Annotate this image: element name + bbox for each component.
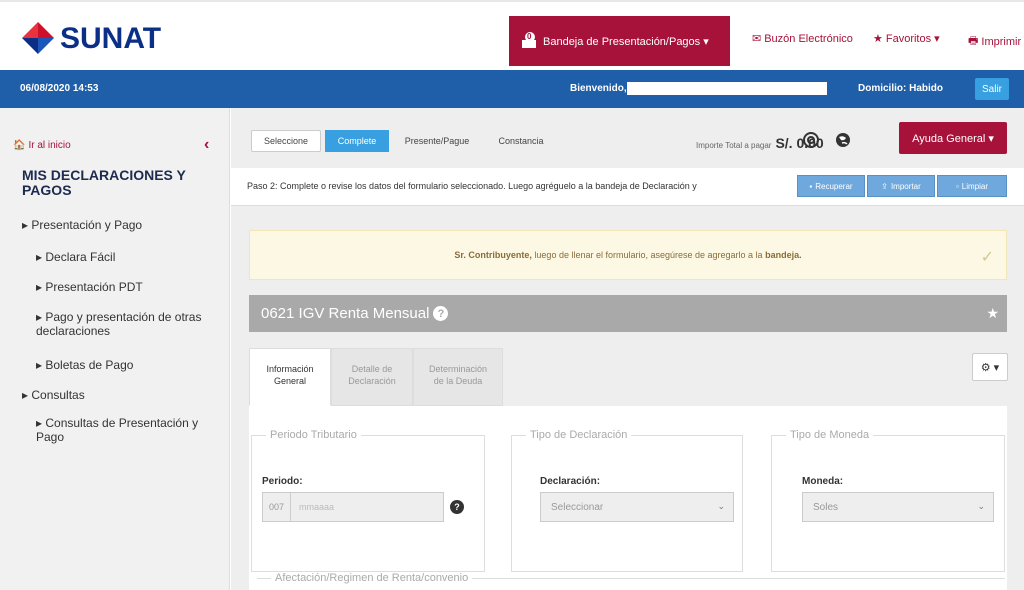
paso-text: Paso 2: Complete o revise los datos del …	[247, 181, 697, 191]
bandeja-button[interactable]: 0 Bandeja de Presentación/Pagos ▾	[509, 16, 730, 66]
form-title: 0621 IGV Renta Mensual	[261, 305, 430, 322]
declaracion-select[interactable]: Seleccionar ⌄	[540, 492, 734, 522]
moneda-label: Moneda:	[802, 476, 844, 487]
limpiar-label: Limpiar	[961, 181, 989, 191]
tab-informacion-general[interactable]: Información General	[249, 348, 331, 406]
sidebar-item-pago-otras[interactable]: ▸ Pago y presentación de otras declaraci…	[36, 310, 216, 338]
sidebar-item-consultas[interactable]: ▸ Consultas	[22, 388, 212, 402]
top-header: SUNAT 0 Bandeja de Presentación/Pagos ▾ …	[0, 0, 1024, 70]
step-seleccione[interactable]: Seleccione	[251, 130, 321, 152]
logo-text: SUNAT	[60, 22, 162, 55]
info-alert: Sr. Contribuyente, luego de llenar el fo…	[249, 230, 1007, 280]
periodo-placeholder: mmaaaa	[299, 502, 335, 512]
home-link[interactable]: 🏠 Ir al inicio	[13, 140, 71, 151]
eraser-icon: ▫	[955, 181, 959, 191]
declaracion-fieldset: Tipo de Declaración Declaración: Selecci…	[511, 429, 743, 572]
periodo-legend: Periodo Tributario	[266, 429, 361, 441]
save-icon: ▪	[809, 181, 813, 191]
step-constancia[interactable]: Constancia	[485, 130, 557, 152]
sidebar-item-presentacion-pago[interactable]: ▸ Presentación y Pago	[22, 218, 212, 232]
recuperar-button[interactable]: ▪ Recuperar	[797, 175, 865, 197]
sunat-logo[interactable]: SUNAT	[18, 20, 161, 58]
session-datetime: 06/08/2020 14:53	[20, 83, 99, 94]
declaracion-label: Declaración:	[540, 476, 601, 487]
tab-line: General	[273, 376, 307, 386]
step-presente-pague[interactable]: Presente/Pague	[395, 130, 479, 152]
step-instructions: Paso 2: Complete o revise los datos del …	[231, 168, 1024, 206]
tray-icon: 0	[521, 32, 539, 50]
printer-icon: 🖶	[968, 35, 979, 47]
chevron-left-icon[interactable]: ‹	[204, 136, 209, 154]
alert-prefix: Sr. Contribuyente,	[454, 250, 532, 260]
importar-label: Importar	[890, 181, 921, 191]
welcome-text: Bienvenido,	[570, 83, 627, 94]
periodo-label: Periodo:	[262, 476, 303, 487]
sidebar-item-presentacion-pdt[interactable]: ▸ Presentación PDT	[36, 280, 216, 294]
favoritos-link[interactable]: ★ Favoritos ▾	[873, 32, 940, 45]
form-title-bar: 0621 IGV Renta Mensual ? ★	[249, 295, 1007, 332]
declaracion-legend: Tipo de Declaración	[526, 429, 632, 441]
imprimir-link[interactable]: 🖶 Imprimir	[968, 32, 1021, 51]
gear-dropdown-button[interactable]: ⚙ ▾	[972, 353, 1008, 381]
page: SUNAT 0 Bandeja de Presentación/Pagos ▾ …	[0, 0, 1024, 590]
envelope-icon: ✉	[752, 33, 762, 45]
moneda-value: Soles	[813, 501, 839, 513]
tab-line: Detalle de	[351, 364, 393, 374]
chevron-down-icon: ⌄	[717, 501, 725, 511]
imprimir-label: Imprimir	[981, 35, 1022, 48]
step-complete[interactable]: Complete	[325, 130, 389, 152]
alert-body: luego de llenar el formulario, asegúrese…	[531, 250, 766, 260]
sidebar-item-boletas[interactable]: ▸ Boletas de Pago	[36, 358, 216, 372]
star-icon: ★	[873, 33, 883, 45]
help-circle-icon[interactable]	[803, 132, 819, 148]
check-icon: ✓	[980, 249, 994, 266]
chevron-down-icon: ⌄	[977, 501, 985, 511]
periodo-fieldset: Periodo Tributario Periodo: 007 mmaaaa ?	[251, 429, 485, 572]
total-label: Importe Total a pagar	[696, 141, 772, 150]
main-content: Seleccione Complete Presente/Pague Const…	[231, 108, 1024, 590]
moneda-select[interactable]: Soles ⌄	[802, 492, 994, 522]
recuperar-label: Recuperar	[815, 181, 853, 191]
afectacion-fieldset: Afectación/Regimen de Renta/convenio	[257, 572, 1005, 584]
bandeja-label: Bandeja de Presentación/Pagos ▾	[543, 35, 709, 48]
periodo-prefix: 007	[263, 493, 292, 521]
alert-bandeja: bandeja.	[765, 250, 802, 260]
declaracion-value: Seleccionar	[551, 501, 604, 513]
domicilio-status: Domicilio: Habido	[858, 83, 943, 94]
periodo-field[interactable]: 007 mmaaaa	[262, 492, 444, 522]
sidebar-item-declara-facil[interactable]: ▸ Declara Fácil	[36, 250, 216, 264]
tab-line: de la Deuda	[433, 376, 483, 386]
form-panel: Periodo Tributario Periodo: 007 mmaaaa ?…	[249, 406, 1007, 590]
afectacion-legend: Afectación/Regimen de Renta/convenio	[271, 572, 473, 584]
session-bar: 06/08/2020 14:53 Bienvenido, Domicilio: …	[0, 70, 1024, 108]
sidebar: 🏠 Ir al inicio ‹ MIS DECLARACIONES Y PAG…	[0, 108, 230, 590]
ayuda-general-button[interactable]: Ayuda General ▾	[899, 122, 1007, 154]
redacted-username	[627, 82, 827, 95]
buzon-label: Buzón Electrónico	[764, 32, 853, 45]
moneda-legend: Tipo de Moneda	[786, 429, 874, 441]
tab-detalle-declaracion[interactable]: Detalle de Declaración	[331, 348, 413, 406]
bandeja-count: 0	[527, 32, 532, 41]
upload-icon: ⇪	[881, 181, 888, 191]
star-icon[interactable]: ★	[986, 305, 999, 322]
question-icon[interactable]: ?	[433, 306, 449, 321]
buzon-link[interactable]: ✉ Buzón Electrónico	[752, 32, 853, 46]
sidebar-item-consultas-presentacion[interactable]: ▸ Consultas de Presentación y Pago	[36, 416, 216, 444]
salir-button[interactable]: Salir	[975, 78, 1009, 100]
tab-line: Información	[266, 364, 314, 374]
limpiar-button[interactable]: ▫ Limpiar	[937, 175, 1007, 197]
tab-determinacion-deuda[interactable]: Determinación de la Deuda	[413, 348, 503, 406]
info-icon[interactable]: ?	[450, 500, 464, 514]
tab-line: Declaración	[348, 376, 396, 386]
favoritos-label: Favoritos ▾	[885, 33, 940, 45]
home-icon: 🏠	[13, 140, 26, 151]
importar-button[interactable]: ⇪ Importar	[867, 175, 935, 197]
home-link-label: Ir al inicio	[28, 140, 71, 151]
globe-icon[interactable]	[835, 132, 851, 148]
sunat-logo-icon	[18, 20, 58, 58]
tab-line: Determinación	[428, 364, 488, 374]
sidebar-title: MIS DECLARACIONES Y PAGOS	[22, 167, 186, 198]
moneda-fieldset: Tipo de Moneda Moneda: Soles ⌄	[771, 429, 1005, 572]
